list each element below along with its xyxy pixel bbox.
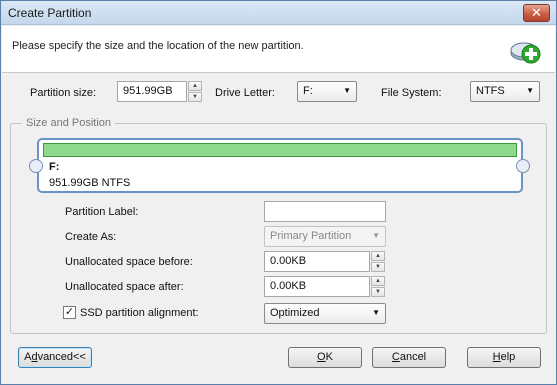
unallocated-after-spinner[interactable]: ▲ ▼ [371, 276, 385, 297]
unallocated-before-input[interactable]: 0.00KB [264, 251, 370, 272]
partition-label-label: Partition Label: [65, 206, 139, 218]
file-system-value: NTFS [476, 85, 505, 97]
spin-up-icon[interactable]: ▲ [371, 251, 385, 261]
chevron-down-icon: ▼ [372, 308, 380, 317]
cancel-text: ancel [399, 351, 427, 363]
spin-down-icon[interactable]: ▼ [371, 262, 385, 272]
add-partition-icon [510, 42, 541, 64]
partition-size-input[interactable]: 951.99GB [117, 81, 187, 102]
chevron-down-icon: ▼ [526, 86, 534, 95]
ssd-alignment-label: SSD partition alignment: [80, 307, 199, 319]
unallocated-after-label: Unallocated space after: [65, 281, 184, 293]
spin-up-icon[interactable]: ▲ [371, 276, 385, 286]
file-system-select[interactable]: NTFS ▼ [470, 81, 540, 102]
spin-down-icon[interactable]: ▼ [371, 287, 385, 297]
file-system-label: File System: [381, 87, 442, 99]
title-bar: Create Partition ✕ [1, 1, 556, 25]
ssd-alignment-value: Optimized [270, 307, 320, 319]
drive-letter-label: Drive Letter: [215, 87, 275, 99]
unallocated-after-input[interactable]: 0.00KB [264, 276, 370, 297]
unallocated-before-label: Unallocated space before: [65, 256, 193, 268]
chevron-down-icon: ▼ [372, 231, 380, 240]
window-title: Create Partition [8, 6, 92, 20]
partition-info: 951.99GB NTFS [49, 177, 131, 189]
ok-text: K [325, 351, 333, 363]
partition-size-spinner[interactable]: ▲ ▼ [188, 81, 202, 102]
create-partition-dialog: Create Partition ✕ Please specify the si… [0, 0, 557, 385]
size-position-title: Size and Position [22, 117, 115, 129]
drive-letter-value: F: [303, 85, 313, 97]
create-as-select: Primary Partition ▼ [264, 226, 386, 247]
cancel-accel: C [391, 351, 400, 363]
left-resize-handle[interactable] [29, 159, 43, 173]
ok-accel: O [317, 351, 326, 363]
partition-usage-bar [43, 143, 517, 157]
create-as-label: Create As: [65, 231, 117, 243]
unallocated-before-spinner[interactable]: ▲ ▼ [371, 251, 385, 272]
partition-map[interactable]: F: 951.99GB NTFS [37, 138, 523, 193]
ssd-alignment-select[interactable]: Optimized ▼ [264, 303, 386, 324]
close-button[interactable]: ✕ [523, 4, 550, 22]
help-text: elp [500, 351, 516, 363]
ssd-alignment-checkbox[interactable]: ✓ [63, 306, 76, 319]
spin-up-icon[interactable]: ▲ [188, 81, 202, 91]
partition-size-label: Partition size: [30, 87, 97, 99]
drive-letter-select[interactable]: F: ▼ [297, 81, 357, 102]
help-accel: H [492, 351, 501, 363]
header-description: Please specify the size and the location… [12, 40, 304, 52]
spin-down-icon[interactable]: ▼ [188, 92, 202, 102]
right-resize-handle[interactable] [516, 159, 530, 173]
help-button[interactable]: Help [467, 347, 541, 368]
advanced-text-rest: vanced<< [37, 351, 86, 363]
advanced-button[interactable]: Advanced<< [18, 347, 92, 368]
partition-name: F: [49, 161, 60, 173]
dialog-header: Please specify the size and the location… [2, 26, 555, 73]
create-as-value: Primary Partition [270, 230, 352, 242]
partition-label-input[interactable] [264, 201, 386, 222]
chevron-down-icon: ▼ [343, 86, 351, 95]
cancel-button[interactable]: Cancel [372, 347, 446, 368]
ok-button[interactable]: OK [288, 347, 362, 368]
